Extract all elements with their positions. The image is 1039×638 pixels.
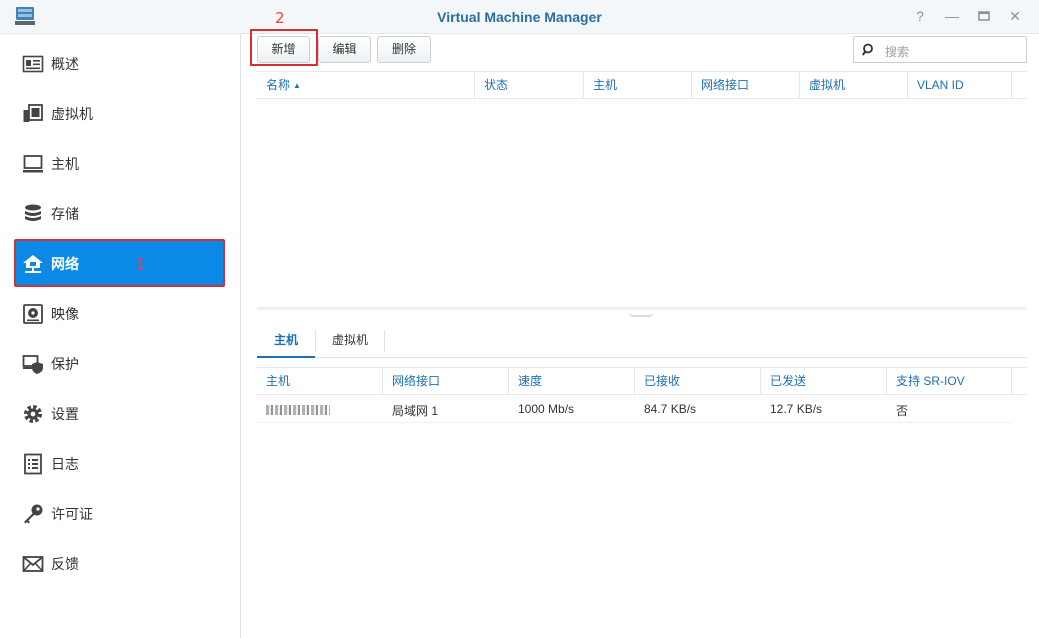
sidebar-item-virtual-machine[interactable]: 虚拟机 (14, 89, 225, 137)
network-icon (23, 255, 43, 273)
sidebar-item-label: 主机 (51, 156, 79, 172)
sidebar-item-license[interactable]: 许可证 (14, 489, 225, 537)
minimize-icon[interactable]: — (944, 8, 960, 24)
tab-virtual-machine[interactable]: 虚拟机 (316, 326, 384, 358)
cell-sriov: 否 (896, 404, 909, 418)
sidebar-item-overview[interactable]: 概述 (14, 39, 225, 87)
sidebar-item-settings[interactable]: 设置 (14, 389, 225, 437)
sidebar-item-label: 网络 (51, 256, 79, 272)
image-icon (23, 304, 43, 324)
feedback-mail-icon (22, 556, 44, 572)
sidebar-item-network[interactable]: 网络 1 (14, 239, 225, 287)
sidebar-item-label: 保护 (51, 356, 79, 372)
splitter-grip-icon[interactable] (629, 313, 653, 317)
sidebar-item-storage[interactable]: 存储 (14, 189, 225, 237)
column-header-vm[interactable]: 虚拟机 (800, 72, 908, 99)
column-header-status[interactable]: 状态 (475, 72, 584, 99)
column-header-name[interactable]: 名称 ▲ (257, 72, 475, 99)
add-button[interactable]: 新增 (257, 36, 310, 63)
network-table-header: 名称 ▲ 状态 主机 网络接口 虚拟机 VLAN ID (257, 71, 1027, 99)
cell-sent: 12.7 KB/s (770, 402, 823, 416)
sidebar-item-label: 许可证 (51, 506, 93, 522)
sidebar: 概述 虚拟机 主机 存储 网络 1 映像 保护 设置 日志 许可证 反馈 (0, 34, 241, 638)
search-input[interactable]: 搜索 (853, 36, 1027, 63)
search-icon (862, 43, 873, 56)
network-table-body (257, 100, 1027, 305)
column-header-received[interactable]: 已接收 (635, 368, 761, 395)
sidebar-item-feedback[interactable]: 反馈 (14, 539, 225, 587)
tab-host[interactable]: 主机 (257, 326, 315, 358)
sidebar-item-label: 日志 (51, 456, 79, 472)
protection-icon (22, 355, 43, 374)
column-header-sriov[interactable]: 支持 SR-IOV (887, 368, 1012, 395)
close-icon[interactable]: ✕ (1007, 8, 1023, 24)
column-header-interface[interactable]: 网络接口 (383, 368, 509, 395)
sidebar-item-label: 反馈 (51, 556, 79, 572)
sidebar-item-protection[interactable]: 保护 (14, 339, 225, 387)
sidebar-item-image[interactable]: 映像 (14, 289, 225, 337)
window-title: Virtual Machine Manager (437, 9, 602, 25)
column-header-interface[interactable]: 网络接口 (692, 72, 800, 99)
sidebar-item-label: 存储 (51, 206, 79, 222)
log-icon (24, 453, 42, 475)
pane-splitter[interactable] (257, 307, 1027, 310)
annotation-marker-2: 2 (275, 9, 285, 27)
host-icon (23, 155, 43, 173)
table-row[interactable]: 局域网 1 1000 Mb/s 84.7 KB/s 12.7 KB/s 否 (257, 395, 1013, 423)
virtual-machine-icon (23, 104, 43, 122)
tab-separator (384, 330, 385, 352)
host-name-redacted (266, 402, 330, 416)
delete-button[interactable]: 删除 (377, 36, 431, 63)
sidebar-item-label: 虚拟机 (51, 106, 93, 122)
column-header-speed[interactable]: 速度 (509, 368, 635, 395)
maximize-icon[interactable] (976, 8, 992, 24)
title-bar: Virtual Machine Manager ? — ✕ (0, 0, 1039, 34)
help-icon[interactable]: ? (912, 8, 928, 24)
sort-ascending-icon: ▲ (293, 81, 301, 90)
detail-tabs: 主机 虚拟机 (257, 326, 1027, 358)
cell-interface: 局域网 1 (392, 404, 439, 418)
sidebar-item-log[interactable]: 日志 (14, 439, 225, 487)
edit-button[interactable]: 编辑 (318, 36, 371, 63)
license-key-icon (24, 504, 43, 524)
search-placeholder: 搜索 (885, 45, 910, 59)
settings-gear-icon (24, 405, 42, 423)
sidebar-item-label: 设置 (51, 406, 79, 422)
detail-table-header: 主机 网络接口 速度 已接收 已发送 支持 SR-IOV (257, 367, 1027, 395)
storage-icon (25, 204, 41, 221)
sidebar-item-label: 映像 (51, 306, 79, 322)
column-header-host[interactable]: 主机 (257, 368, 383, 395)
column-header-vlan-id[interactable]: VLAN ID (908, 72, 1012, 99)
sidebar-item-host[interactable]: 主机 (14, 139, 225, 187)
cell-speed: 1000 Mb/s (518, 402, 575, 416)
column-header-sent[interactable]: 已发送 (761, 368, 887, 395)
annotation-marker-1: 1 (136, 255, 146, 273)
sidebar-item-label: 概述 (51, 56, 79, 72)
column-header-host[interactable]: 主机 (584, 72, 692, 99)
overview-icon (22, 55, 44, 73)
cell-received: 84.7 KB/s (644, 402, 697, 416)
main-panel: 2 新增 编辑 删除 搜索 名称 ▲ 状态 主机 网络接口 虚拟机 VLAN ID… (241, 9, 1039, 638)
